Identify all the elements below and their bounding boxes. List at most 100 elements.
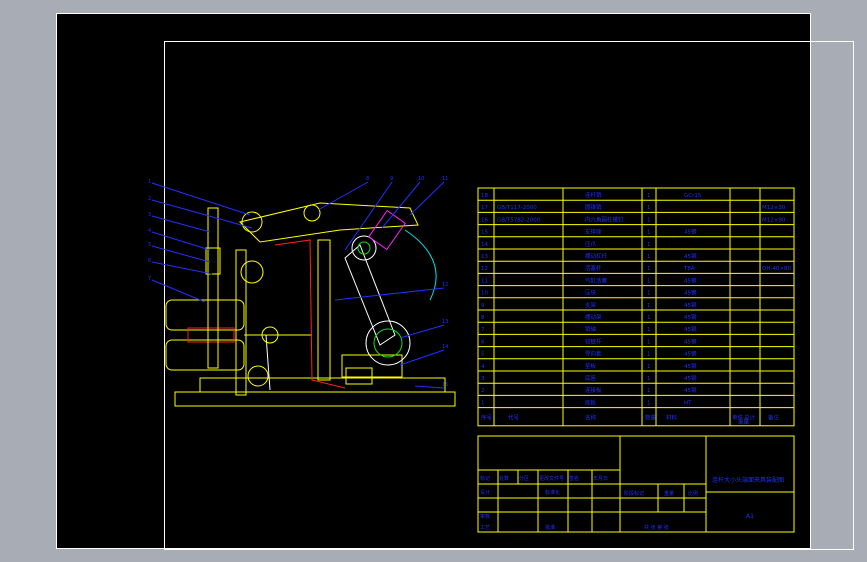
pivot-pin-2 [303, 204, 321, 222]
bom-cell-no: 18 [481, 193, 488, 199]
bom-cell-note: M12×30 [762, 205, 786, 211]
bom-header-cell: 代号 [508, 414, 520, 422]
clamp-jaw [368, 209, 406, 251]
bom-cell-qty: 1 [647, 327, 651, 333]
bom-cell-qty: 1 [647, 315, 651, 321]
tb-standardize: 标准化 [545, 489, 560, 496]
callout-12: 12 [442, 282, 448, 288]
bom-cell-name: 压块 [585, 289, 597, 297]
bom-cell-name: 导向套 [585, 350, 602, 358]
pivot-pin [241, 211, 263, 233]
callout-11: 11 [442, 176, 448, 182]
bom-cell-name: 压爪 [585, 241, 597, 248]
tb-label-change: 更改文件号 [539, 475, 564, 482]
bom-cell-qty: 1 [647, 242, 651, 248]
bom-cell-qty: 1 [647, 303, 651, 309]
callout-8: 8 [366, 176, 369, 182]
tb-stage: 阶段标记 [624, 490, 644, 497]
bom-cell-qty: 1 [647, 193, 651, 199]
bom-cell-name: 圆锥销 [585, 203, 602, 211]
bom-cell-name: 活塞杆 [585, 264, 602, 272]
bom-cell-material: 45钢 [684, 325, 697, 333]
bom-cell-material: 45钢 [684, 301, 697, 309]
bom-cell-code: GB/T5782-2000 [497, 217, 541, 223]
bom-header-cell: 备注 [768, 414, 780, 422]
bom-cell-name: 支架 [585, 301, 597, 309]
bom-cell-no: 14 [481, 242, 488, 248]
bom-cell-material: 45钢 [684, 337, 697, 345]
bom-cell-qty: 1 [647, 254, 651, 260]
bom-cell-material: 45钢 [684, 313, 697, 321]
bom-cell-no: 16 [481, 217, 488, 223]
bom-header-cell: 材料 [666, 414, 678, 422]
bom-cell-no: 13 [481, 254, 488, 260]
bom-cell-note: QH-40×80 [762, 266, 792, 272]
bom-cell-qty: 1 [647, 352, 651, 358]
bom-cell-no: 7 [481, 327, 485, 333]
support-post [317, 239, 331, 381]
bom-cell-qty: 1 [647, 205, 651, 211]
bom-cell-name: 摆动杠杆 [585, 252, 608, 260]
bom-cell-name: 支撑座 [585, 228, 602, 236]
callout-14: 14 [442, 344, 448, 350]
big-end-bore [373, 328, 403, 358]
bom-cell-material: GCr15 [684, 193, 702, 199]
bom-cell-no: 2 [481, 388, 485, 394]
bom-cell-qty: 1 [647, 364, 651, 370]
cylinder-body-lower [165, 339, 245, 371]
title-block: 标记 处数 分区 更改文件号 签名 年月日 设计 标准化 阶段标记 重量 比例 … [477, 435, 795, 533]
bom-cell-name: 销轴 [585, 325, 597, 333]
bom-cell-code: GB/T117-2000 [497, 205, 537, 211]
bom-cell-no: 10 [481, 291, 488, 297]
rod-big-end [365, 320, 411, 366]
callout-15: 15 [442, 382, 448, 388]
bom-cell-name: 底座 [585, 374, 597, 382]
bom-cell-no: 6 [481, 339, 485, 345]
tb-scale: 比例 [688, 490, 698, 497]
bom-cell-no: 11 [481, 278, 488, 284]
bom-cell-no: 9 [481, 303, 485, 309]
callout-6: 6 [148, 258, 151, 264]
callout-4: 4 [148, 228, 151, 234]
cylinder-body [165, 299, 245, 331]
bom-cell-name: 铰链杆 [585, 337, 602, 345]
small-end-bore [357, 241, 371, 255]
tb-design: 设计 [480, 489, 490, 496]
bom-cell-no: 12 [481, 266, 488, 272]
callout-1: 1 [148, 179, 151, 185]
clamp-block [345, 367, 373, 385]
bom-cell-name: 气缸活塞 [585, 276, 608, 284]
bom-cell-no: 1 [481, 400, 485, 406]
bom-header-cell: 名称 [585, 414, 597, 422]
bom-cell-qty: 1 [647, 291, 651, 297]
callout-10: 10 [418, 176, 424, 182]
tb-process: 工艺 [480, 525, 490, 531]
base-plate [174, 391, 456, 407]
tb-weight: 重量 [664, 490, 674, 497]
bom-cell-note: M12×90 [762, 217, 786, 223]
hinge-pin [240, 260, 264, 284]
tb-approve: 批准 [545, 524, 555, 531]
bom-cell-no: 8 [481, 315, 485, 321]
sheet-size: A1 [746, 513, 754, 520]
bom-cell-name: 底板 [585, 398, 597, 406]
tb-label-sign: 签名 [569, 475, 579, 482]
callout-9: 9 [390, 176, 393, 182]
bom-cell-qty: 1 [647, 388, 651, 394]
callout-13: 13 [442, 319, 448, 325]
bom-cell-material: 45钢 [684, 374, 697, 382]
tb-label-count: 处数 [499, 475, 509, 482]
bom-header-cell: 数量 [645, 414, 657, 422]
drawing-title: 连杆大小头端面夹具装配图 [712, 476, 784, 484]
bom-cell-name: 内六角圆柱螺钉 [585, 215, 624, 223]
bom-cell-no: 3 [481, 376, 485, 382]
bom-cell-qty: 1 [647, 376, 651, 382]
bom-cell-no: 5 [481, 352, 485, 358]
bom-cell-material: 45钢 [684, 276, 697, 284]
bom-cell-qty: 1 [647, 230, 651, 236]
tb-sheets: 共 张 第 张 [644, 524, 669, 531]
tb-label-date: 年月日 [593, 475, 608, 482]
bom-cell-material: 45钢 [684, 386, 697, 394]
bom-cell-name: 摆动架 [585, 313, 602, 321]
bom-cell-name: 垫板 [585, 362, 597, 370]
